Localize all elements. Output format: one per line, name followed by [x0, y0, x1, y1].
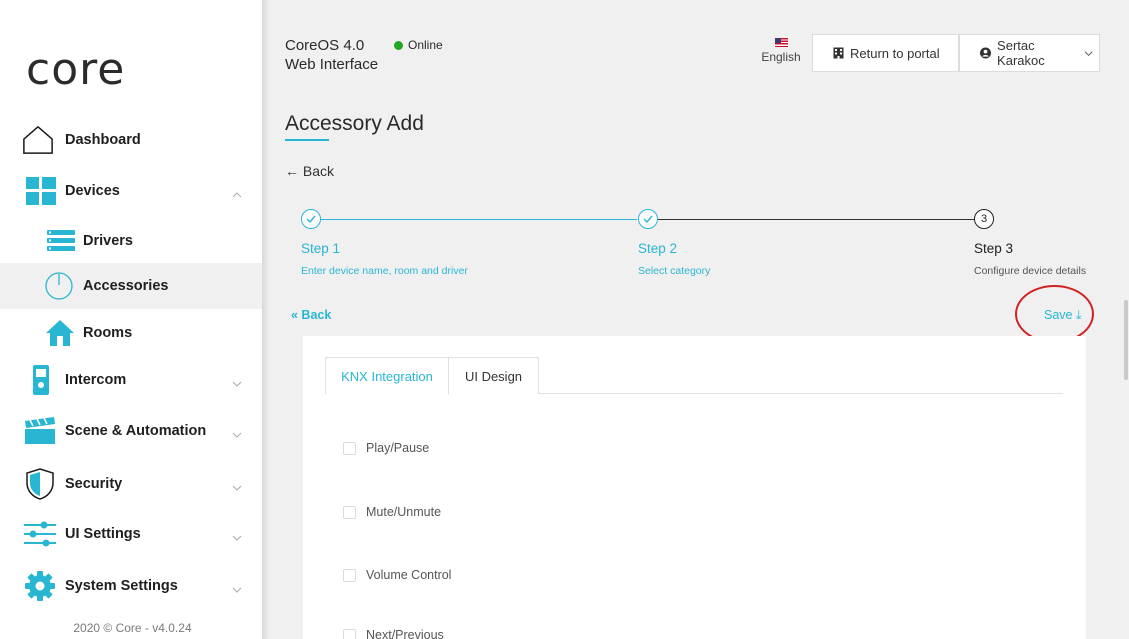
sliders-icon [24, 518, 56, 550]
chevron-down-icon [232, 479, 242, 491]
sidebar-divider [262, 0, 268, 639]
chevron-down-icon [1084, 50, 1093, 56]
user-name-label: Sertac Karakoc [997, 38, 1045, 68]
step-1-description: Enter device name, room and driver [301, 265, 468, 277]
step-back-button[interactable]: « Back [291, 308, 331, 322]
list-icon [45, 225, 77, 257]
checkbox-box[interactable] [343, 505, 356, 519]
step-2-check-icon [638, 209, 658, 229]
sidebar-item-system-settings[interactable]: System Settings [0, 563, 265, 609]
online-dot-icon [394, 40, 403, 50]
sidebar-item-rooms[interactable]: Rooms [0, 310, 265, 356]
sidebar-item-label: System Settings [65, 578, 178, 594]
chevron-down-icon [232, 375, 242, 387]
step-1-check-icon [301, 209, 321, 229]
checkbox-play-pause[interactable]: Play/Pause [343, 441, 429, 455]
tabs-divider [539, 393, 1063, 394]
home-icon [22, 124, 54, 156]
language-label: English [761, 50, 801, 64]
user-menu-button[interactable]: Sertac Karakoc [959, 34, 1100, 72]
step-3-description: Configure device details [974, 265, 1087, 277]
sidebar-item-drivers[interactable]: Drivers [0, 218, 265, 264]
power-icon [43, 270, 75, 302]
building-icon [833, 47, 844, 59]
user-icon [980, 47, 992, 59]
chevron-down-icon [232, 426, 242, 438]
sidebar: core Dashboard Devices Drivers Accessori… [0, 0, 265, 639]
sidebar-item-label: Rooms [83, 325, 133, 341]
step-1-title: Step 1 [301, 241, 341, 256]
step-2-description: Select category [638, 265, 711, 277]
checkbox-box[interactable] [343, 568, 356, 582]
checkbox-box[interactable] [343, 441, 356, 455]
clapperboard-icon [24, 415, 56, 447]
us-flag-icon [774, 38, 788, 47]
app-title-line1: CoreOS 4.0 [285, 37, 365, 54]
sidebar-item-label: Dashboard [65, 132, 141, 148]
annotation-circle [1015, 285, 1094, 343]
step-3-number: 3 [974, 209, 994, 229]
app-title: CoreOS 4.0 Web Interface [285, 36, 378, 74]
checkbox-next-previous[interactable]: Next/Previous [343, 628, 444, 639]
chevron-up-icon [232, 186, 242, 198]
step-connector [321, 219, 637, 220]
scrollbar-thumb[interactable] [1124, 300, 1128, 380]
checkbox-label: Play/Pause [366, 441, 430, 455]
sidebar-item-label: Drivers [83, 233, 133, 249]
page-title: Accessory Add [285, 112, 424, 135]
sidebar-item-scene-automation[interactable]: Scene & Automation [0, 408, 265, 454]
version-footer: 2020 © Core - v4.0.24 [73, 621, 192, 635]
tab-knx-integration[interactable]: KNX Integration [325, 357, 449, 394]
checkbox-label: Mute/Unmute [366, 505, 442, 519]
checkbox-label: Volume Control [366, 568, 452, 582]
step-connector [658, 219, 974, 220]
shield-icon [24, 468, 56, 500]
gear-icon [24, 570, 56, 602]
sidebar-item-accessories[interactable]: Accessories [0, 263, 265, 309]
sidebar-item-dashboard[interactable]: Dashboard [0, 117, 265, 163]
return-to-portal-button[interactable]: Return to portal [812, 34, 959, 72]
sidebar-item-label: Security [65, 476, 123, 492]
sidebar-item-intercom[interactable]: Intercom [0, 357, 265, 403]
sidebar-item-label: Accessories [83, 278, 169, 294]
chevron-down-icon [232, 581, 242, 593]
checkbox-box[interactable] [343, 628, 356, 639]
sidebar-item-ui-settings[interactable]: UI Settings [0, 511, 265, 557]
checkbox-mute-unmute[interactable]: Mute/Unmute [343, 505, 441, 519]
back-link[interactable]: ← Back [285, 163, 334, 179]
grid-icon [25, 175, 57, 207]
sidebar-item-label: Scene & Automation [65, 423, 207, 439]
tab-ui-design[interactable]: UI Design [448, 357, 539, 394]
status-label: Online [408, 38, 443, 52]
chevron-down-icon [232, 529, 242, 541]
status-indicator: Online [394, 38, 443, 52]
sidebar-item-label: UI Settings [65, 526, 141, 542]
core-logo[interactable]: core [26, 44, 125, 95]
sidebar-item-devices[interactable]: Devices [0, 168, 265, 214]
step-2-title: Step 2 [638, 241, 678, 256]
return-to-portal-label: Return to portal [850, 45, 940, 61]
step-3-title: Step 3 [974, 241, 1014, 256]
checkbox-volume-control[interactable]: Volume Control [343, 568, 451, 582]
sidebar-item-security[interactable]: Security [0, 461, 265, 507]
sidebar-item-label: Intercom [65, 372, 127, 388]
sidebar-item-label: Devices [65, 183, 120, 199]
app-title-line2: Web Interface [285, 56, 379, 73]
intercom-icon [25, 364, 57, 396]
language-selector[interactable]: English [758, 38, 804, 64]
title-underline [285, 139, 329, 141]
checkbox-label: Next/Previous [366, 628, 444, 639]
house-icon [44, 317, 76, 349]
